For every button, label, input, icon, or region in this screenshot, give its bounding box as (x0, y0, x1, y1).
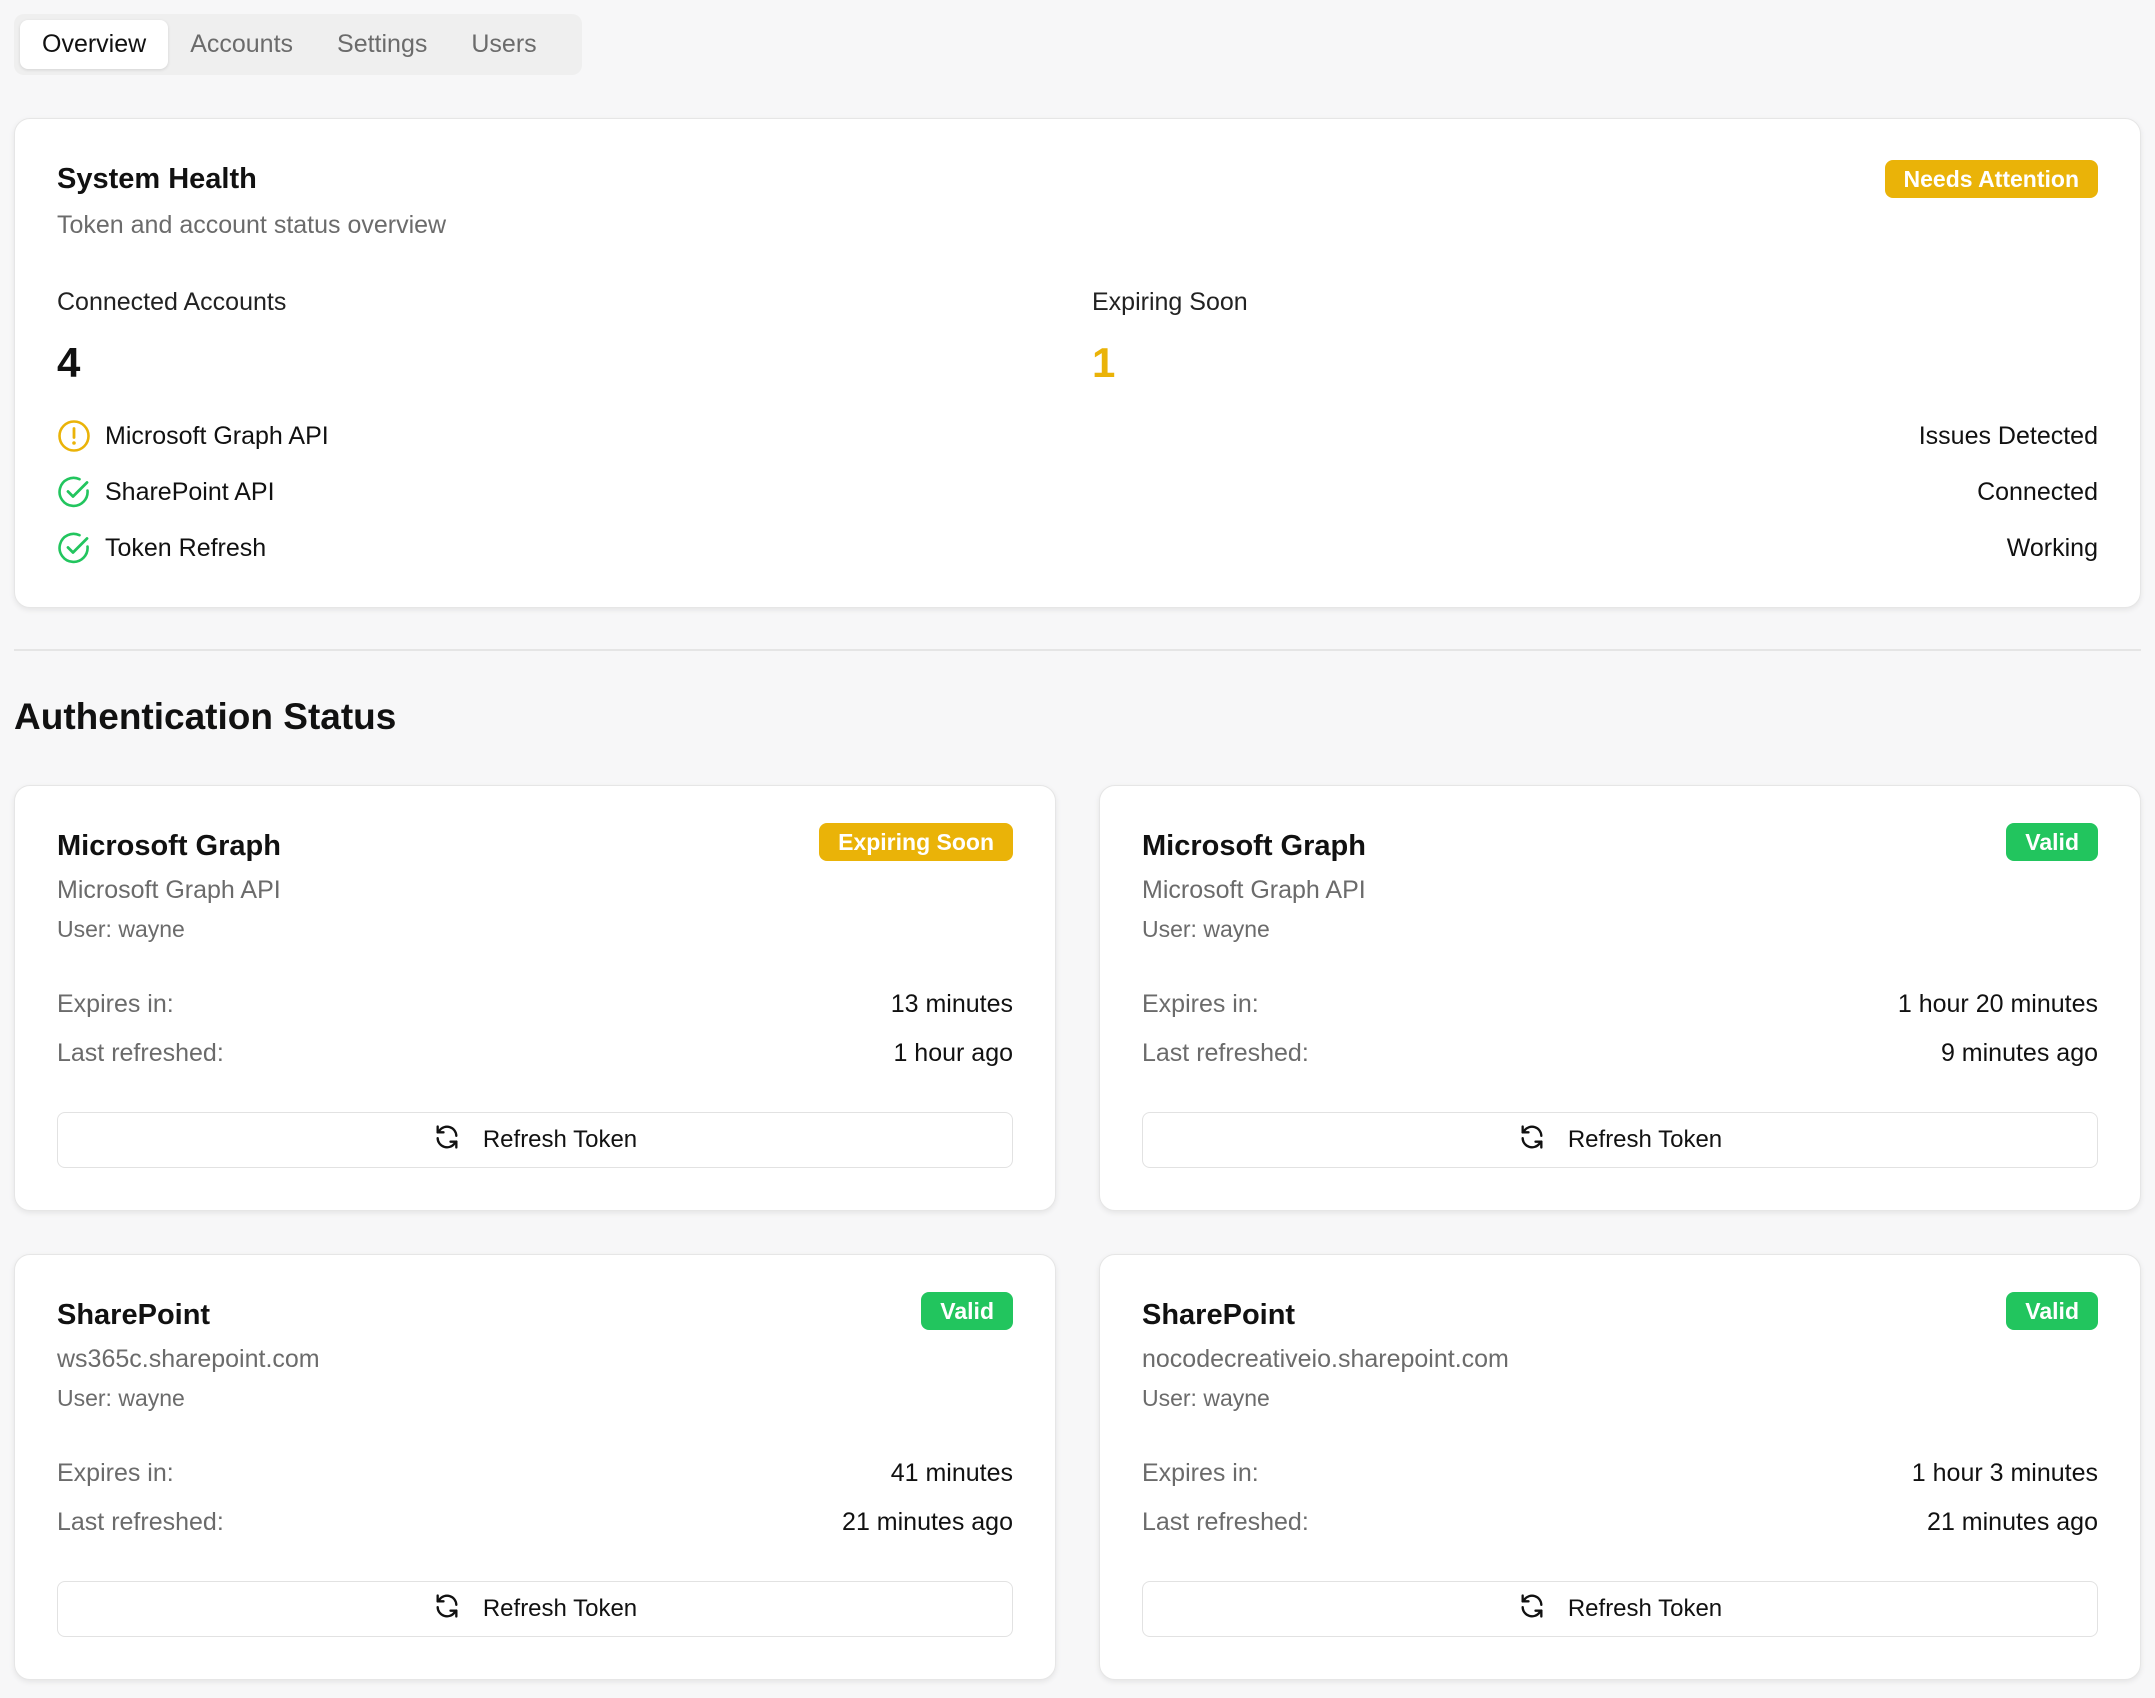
tab-settings[interactable]: Settings (315, 20, 449, 69)
status-badge: Valid (2006, 823, 2098, 861)
auth-card-title: SharePoint (1142, 1299, 1296, 1331)
auth-card-title: SharePoint (57, 1299, 211, 1331)
auth-card-sharepoint: SharePoint Valid nocodecreativeio.sharep… (1099, 1254, 2141, 1680)
refresh-token-button[interactable]: Refresh Token (1142, 1581, 2098, 1637)
last-refreshed-row: Last refreshed: 21 minutes ago (1142, 1506, 2098, 1538)
tab-accounts[interactable]: Accounts (168, 20, 315, 69)
last-refreshed-label: Last refreshed: (57, 1507, 224, 1536)
authentication-status-title: Authentication Status (14, 696, 397, 737)
needs-attention-badge: Needs Attention (1884, 160, 2098, 198)
auth-card-title: Microsoft Graph (1142, 830, 1366, 862)
auth-card-title: Microsoft Graph (57, 830, 281, 862)
system-health-card: System Health Token and account status o… (14, 118, 2141, 608)
warning-circle-icon (57, 419, 91, 453)
refresh-token-label: Refresh Token (482, 1126, 638, 1153)
auth-card-user: User: wayne (57, 916, 185, 942)
last-refreshed-label: Last refreshed: (1142, 1507, 1309, 1536)
expires-value: 1 hour 20 minutes (1897, 989, 2098, 1018)
auth-card-user: User: wayne (1142, 916, 1270, 942)
status-badge: Valid (921, 1292, 1013, 1330)
tab-users[interactable]: Users (449, 20, 558, 69)
service-row-sharepoint: SharePoint API Connected (57, 472, 2098, 512)
refresh-icon (433, 1123, 461, 1158)
expires-label: Expires in: (1142, 989, 1259, 1018)
expires-value: 13 minutes (890, 989, 1013, 1018)
auth-card-user: User: wayne (1142, 1385, 1270, 1411)
auth-card-sharepoint: SharePoint Valid ws365c.sharepoint.com U… (14, 1254, 1056, 1680)
service-row-token-refresh: Token Refresh Working (57, 528, 2098, 568)
refresh-token-label: Refresh Token (1567, 1595, 1723, 1622)
last-refreshed-row: Last refreshed: 1 hour ago (57, 1037, 1013, 1069)
tab-bar: Overview Accounts Settings Users (14, 14, 582, 75)
last-refreshed-value: 21 minutes ago (1927, 1507, 2098, 1536)
last-refreshed-value: 21 minutes ago (842, 1507, 1013, 1536)
last-refreshed-label: Last refreshed: (1142, 1038, 1309, 1067)
refresh-token-button[interactable]: Refresh Token (1142, 1112, 2098, 1168)
refresh-token-button[interactable]: Refresh Token (57, 1112, 1013, 1168)
service-name: SharePoint API (105, 477, 275, 506)
last-refreshed-row: Last refreshed: 9 minutes ago (1142, 1037, 2098, 1069)
tab-overview[interactable]: Overview (20, 20, 169, 69)
last-refreshed-row: Last refreshed: 21 minutes ago (57, 1506, 1013, 1538)
last-refreshed-value: 1 hour ago (893, 1038, 1013, 1067)
check-circle-icon (57, 475, 91, 509)
expiring-soon-value: 1 (1092, 339, 1116, 386)
expires-value: 1 hour 3 minutes (1911, 1458, 2098, 1487)
expires-row: Expires in: 41 minutes (57, 1457, 1013, 1489)
expires-label: Expires in: (57, 1458, 174, 1487)
expiring-soon-label: Expiring Soon (1092, 288, 1248, 316)
check-circle-icon (57, 531, 91, 565)
refresh-icon (1518, 1123, 1546, 1158)
auth-card-microsoft-graph: Microsoft Graph Valid Microsoft Graph AP… (1099, 785, 2141, 1211)
expires-label: Expires in: (1142, 1458, 1259, 1487)
connected-accounts-label: Connected Accounts (57, 288, 287, 316)
status-badge: Valid (2006, 1292, 2098, 1330)
refresh-token-label: Refresh Token (482, 1595, 638, 1622)
section-divider (14, 649, 2141, 651)
status-badge: Expiring Soon (819, 823, 1013, 861)
auth-card-user: User: wayne (57, 1385, 185, 1411)
auth-card-microsoft-graph: Microsoft Graph Expiring Soon Microsoft … (14, 785, 1056, 1211)
service-name: Microsoft Graph API (105, 421, 329, 450)
system-health-title: System Health (57, 163, 257, 195)
expires-label: Expires in: (57, 989, 174, 1018)
expires-row: Expires in: 1 hour 20 minutes (1142, 988, 2098, 1020)
connected-accounts-value: 4 (57, 339, 81, 386)
service-status: Issues Detected (1918, 421, 2098, 450)
last-refreshed-value: 9 minutes ago (1940, 1038, 2098, 1067)
refresh-token-button[interactable]: Refresh Token (57, 1581, 1013, 1637)
expires-value: 41 minutes (890, 1458, 1013, 1487)
service-status: Connected (1977, 477, 2098, 506)
refresh-token-label: Refresh Token (1567, 1126, 1723, 1153)
auth-card-subtitle: ws365c.sharepoint.com (57, 1345, 320, 1373)
service-row-microsoft-graph: Microsoft Graph API Issues Detected (57, 416, 2098, 456)
expires-row: Expires in: 1 hour 3 minutes (1142, 1457, 2098, 1489)
auth-card-subtitle: Microsoft Graph API (1142, 876, 1366, 904)
system-health-subtitle: Token and account status overview (57, 211, 447, 239)
service-status: Working (2006, 533, 2098, 562)
auth-card-subtitle: nocodecreativeio.sharepoint.com (1142, 1345, 1509, 1373)
service-name: Token Refresh (105, 533, 267, 562)
auth-card-subtitle: Microsoft Graph API (57, 876, 281, 904)
refresh-icon (433, 1592, 461, 1627)
page: Overview Accounts Settings Users System … (0, 0, 2155, 1698)
last-refreshed-label: Last refreshed: (57, 1038, 224, 1067)
refresh-icon (1518, 1592, 1546, 1627)
expires-row: Expires in: 13 minutes (57, 988, 1013, 1020)
